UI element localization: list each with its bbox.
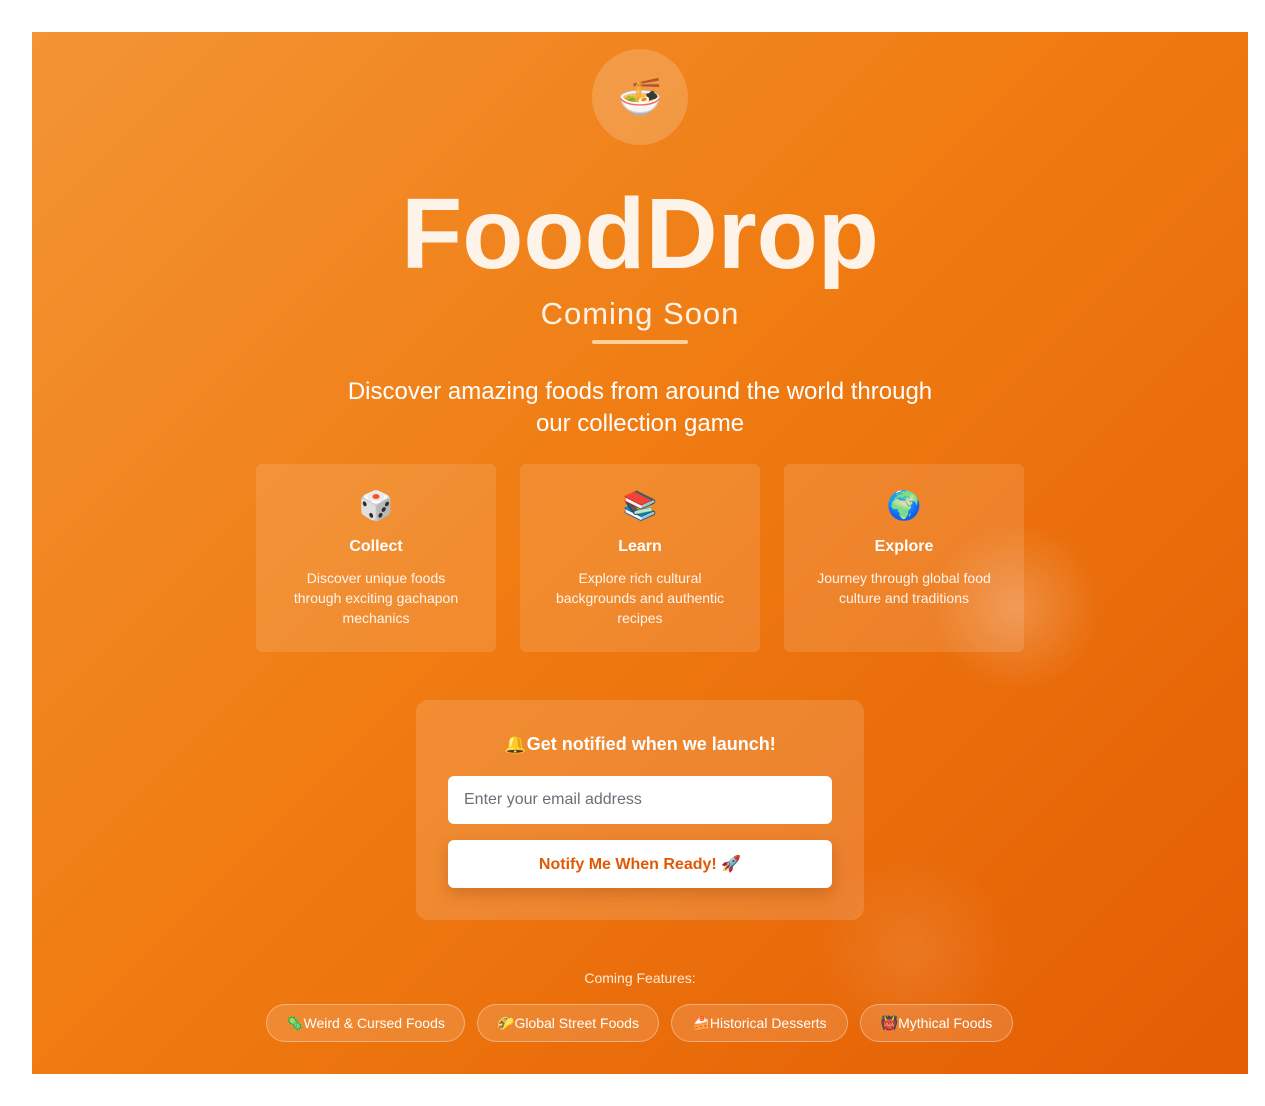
feature-cards: 🎲 Collect Discover unique foods through … — [256, 464, 1024, 652]
tagline: Discover amazing foods from around the w… — [290, 376, 990, 440]
tagline-line: our collection game — [535, 410, 745, 437]
card-learn: 📚 Learn Explore rich cultural background… — [520, 464, 760, 652]
tagline-line: Discover amazing foods from around the w… — [347, 378, 933, 405]
card-title: Explore — [874, 538, 934, 555]
feature-tag: 🍰Historical Desserts — [671, 1004, 848, 1042]
books-icon: 📚 — [622, 490, 658, 521]
card-description: Discover unique foods through exciting g… — [293, 570, 459, 626]
notify-button[interactable]: Notify Me When Ready! 🚀 — [448, 840, 832, 888]
card-explore: 🌍 Explore Journey through global food cu… — [784, 464, 1024, 652]
feature-tag: 👹Mythical Foods — [860, 1004, 1013, 1042]
noodle-bowl-icon: 🍜 — [617, 76, 663, 117]
card-title: Learn — [618, 538, 662, 555]
coming-features-label: Coming Features: — [584, 970, 696, 986]
notify-heading: 🔔Get notified when we launch! — [504, 734, 776, 754]
page-title: FoodDrop — [401, 178, 879, 290]
coming-features-tags: 🦠Weird & Cursed Foods 🌮Global Street Foo… — [266, 1004, 1026, 1042]
card-title: Collect — [349, 538, 403, 555]
feature-tag: 🦠Weird & Cursed Foods — [266, 1004, 465, 1042]
subtitle-underline — [592, 340, 688, 344]
page-subtitle: Coming Soon — [540, 296, 740, 331]
card-description: Explore rich cultural backgrounds and au… — [555, 570, 725, 626]
feature-tag: 🌮Global Street Foods — [477, 1004, 659, 1042]
globe-icon: 🌍 — [886, 490, 922, 521]
logo: 🍜 — [592, 49, 688, 145]
dice-icon: 🎲 — [358, 490, 394, 521]
notify-panel: 🔔Get notified when we launch! Notify Me … — [416, 700, 864, 920]
card-description: Journey through global food culture and … — [817, 570, 991, 606]
card-collect: 🎲 Collect Discover unique foods through … — [256, 464, 496, 652]
email-input[interactable] — [448, 776, 832, 824]
hero-section: 🍜 FoodDrop Coming Soon Discover amazing … — [32, 32, 1248, 1074]
